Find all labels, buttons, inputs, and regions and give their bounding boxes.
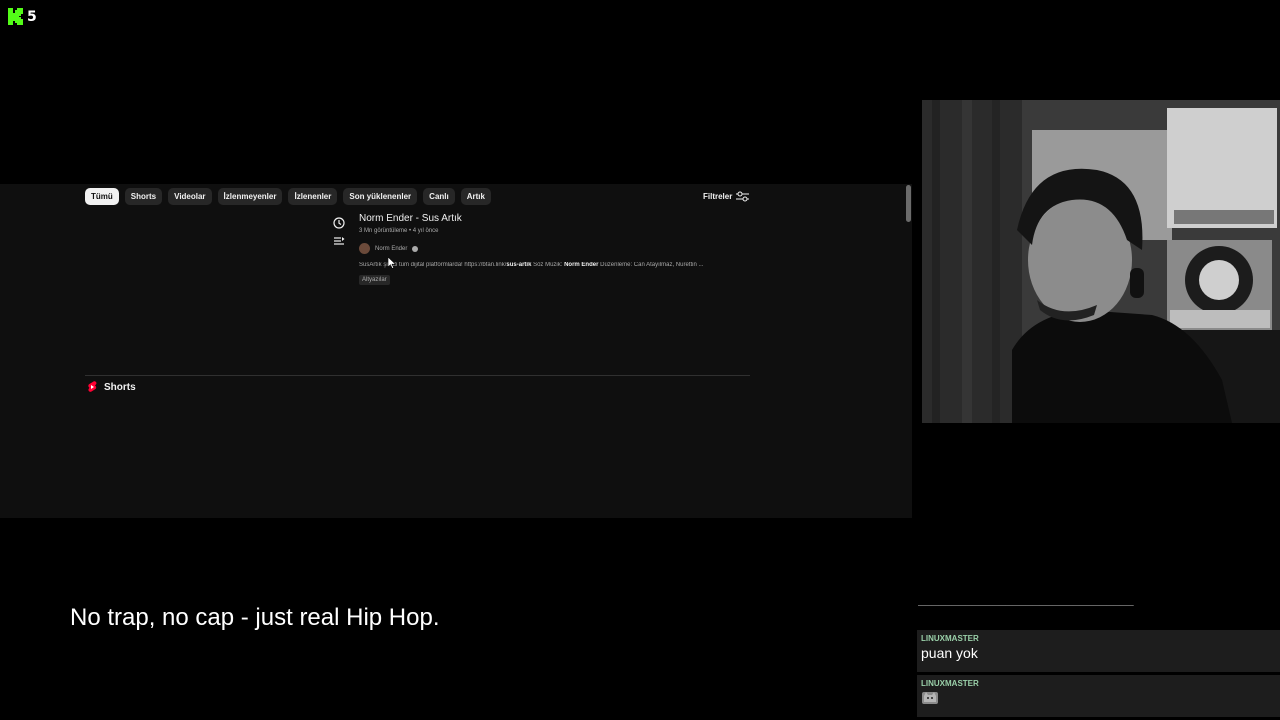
desc-mid: Söz Müzik: (531, 262, 565, 268)
video-result[interactable]: Norm Ender - Sus Artık 3 Mn görüntüleme … (359, 213, 739, 286)
chip-shorts[interactable]: Shorts (124, 188, 163, 205)
scrollbar-thumb[interactable] (906, 185, 911, 222)
video-meta: 3 Mn görüntüleme • 4 yıl önce (359, 228, 439, 234)
add-to-queue-icon[interactable] (333, 235, 345, 247)
chat-separator: ________________________________ (918, 592, 1134, 606)
chat-message: LINUXMASTER puan yok (917, 630, 1280, 672)
chip-izlenmeyenler[interactable]: İzlenmeyenler (217, 188, 283, 205)
subtitles-badge: Altyazılar (359, 275, 390, 285)
chip-izlenenler[interactable]: İzlenenler (288, 188, 338, 205)
chip-videolar[interactable]: Videolar (168, 188, 212, 205)
kick-logo: 5 (8, 8, 37, 25)
verified-icon (412, 245, 419, 252)
mouse-cursor-icon (388, 257, 396, 269)
sliders-icon (736, 191, 750, 202)
chat-username[interactable]: LINUXMASTER (921, 679, 1276, 688)
viewer-count: 5 (27, 8, 37, 25)
channel-avatar[interactable] (359, 243, 370, 254)
chat-message: LINUXMASTER (917, 675, 1280, 717)
cat-emote-icon (922, 692, 938, 704)
watch-later-icon[interactable] (333, 217, 345, 229)
filter-chip-bar: Tümü Shorts Videolar İzlenmeyenler İzlen… (85, 188, 491, 205)
chip-son-yuklenenler[interactable]: Son yüklenenler (343, 188, 418, 205)
chat-text: puan yok (921, 645, 978, 661)
shorts-heading: Shorts (104, 381, 136, 393)
channel-name[interactable]: Norm Ender (375, 246, 407, 252)
desc-bold-artist: Norm Ender (564, 262, 599, 268)
shorts-section-header: Shorts (87, 381, 136, 393)
desc-suffix: Düzenleme: Can Atayılmaz, Nurettin ... (598, 262, 704, 268)
chat-username[interactable]: LINUXMASTER (921, 634, 1276, 643)
channel-row[interactable]: Norm Ender (359, 243, 739, 254)
desc-prefix: SusArtık şimdi tüm dijital platformlarda… (359, 262, 507, 268)
video-hover-actions (333, 217, 345, 247)
video-title[interactable]: Norm Ender - Sus Artık (359, 213, 739, 224)
webcam-feed (922, 100, 1280, 423)
desc-bold-link: sus-artik (506, 262, 532, 268)
chip-canli[interactable]: Canlı (423, 188, 455, 205)
filters-label: Filtreler (703, 192, 733, 201)
shared-browser-screen: Tümü Shorts Videolar İzlenmeyenler İzlen… (0, 184, 912, 518)
section-divider (85, 375, 750, 376)
shorts-logo-icon (88, 381, 97, 392)
stream-caption: No trap, no cap - just real Hip Hop. (70, 604, 440, 631)
webcam-image (922, 100, 1280, 423)
chip-artik[interactable]: Artık (460, 188, 491, 205)
chip-tumu[interactable]: Tümü (85, 188, 119, 205)
filters-button[interactable]: Filtreler (703, 191, 750, 202)
kick-icon (8, 8, 23, 25)
video-description: SusArtık şimdi tüm dijital platformlarda… (359, 262, 739, 268)
